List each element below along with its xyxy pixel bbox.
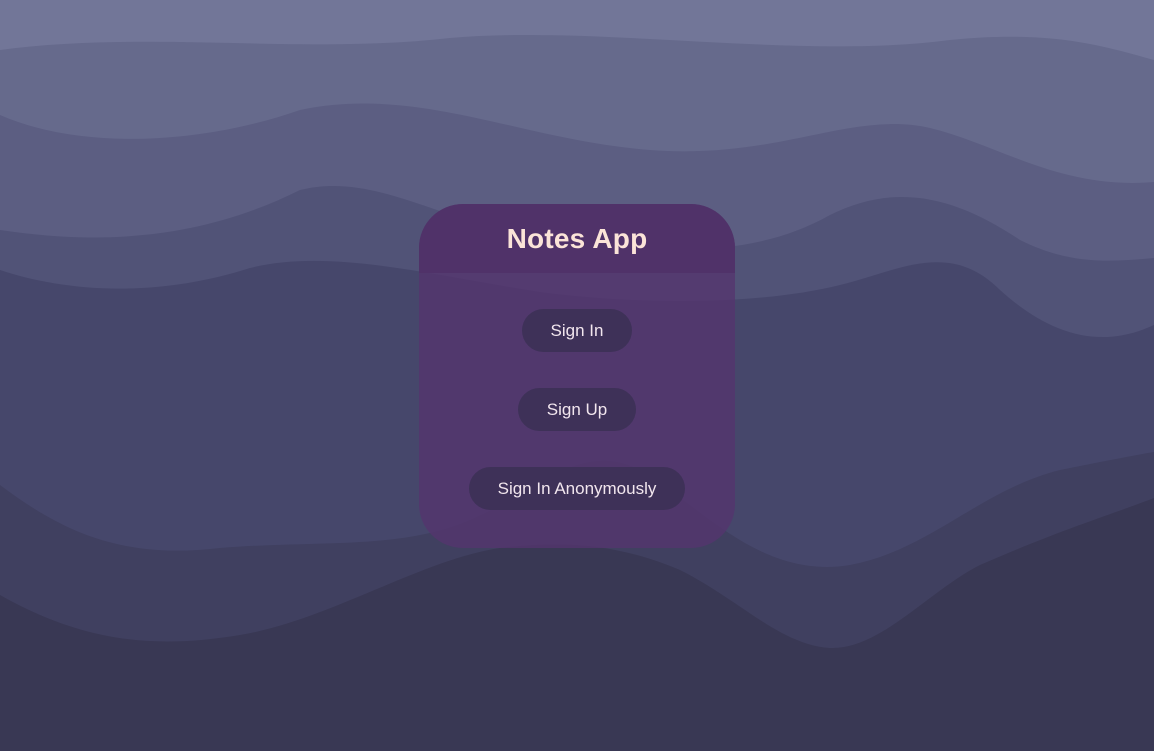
sign-in-button[interactable]: Sign In	[521, 309, 633, 352]
app-title: Notes App	[506, 222, 648, 254]
sign-up-button[interactable]: Sign Up	[517, 388, 637, 431]
card-header: Notes App	[419, 204, 735, 273]
auth-button-list: Sign In Sign Up Sign In Anonymously	[419, 273, 735, 510]
sign-in-anonymously-button[interactable]: Sign In Anonymously	[468, 467, 686, 510]
auth-card: Notes App Sign In Sign Up Sign In Anonym…	[419, 204, 735, 548]
